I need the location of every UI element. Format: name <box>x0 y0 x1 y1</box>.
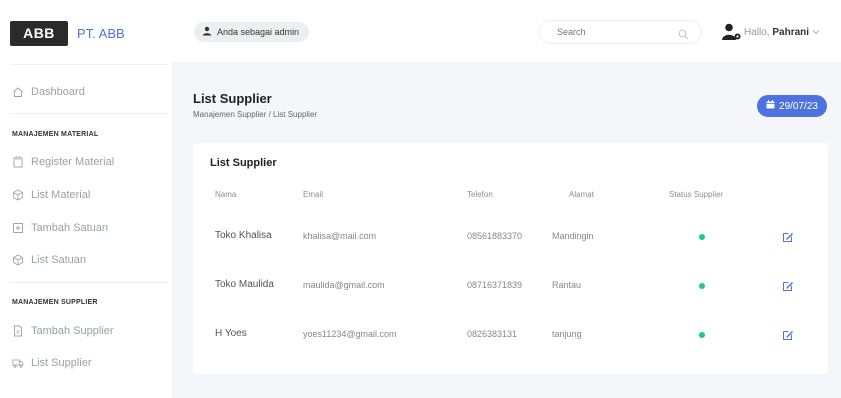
edit-icon[interactable] <box>782 230 794 242</box>
sidebar-item-label: Dashboard <box>31 86 85 98</box>
plus-square-icon <box>12 222 24 234</box>
sidebar-item-list-satuan[interactable]: List Satuan <box>12 254 86 266</box>
date-label: 29/07/23 <box>779 100 818 112</box>
column-header-alamat: Alamat <box>569 190 594 199</box>
divider <box>10 113 170 114</box>
role-badge: Anda sebagai admin <box>194 22 310 42</box>
user-settings-icon[interactable] <box>722 23 742 46</box>
calendar-icon <box>766 100 775 112</box>
user-menu[interactable]: Hallo, Pahrani <box>744 27 820 38</box>
sidebar-item-list-supplier[interactable]: List Supplier <box>12 357 92 369</box>
cell-nama: H Yoes <box>215 328 247 339</box>
divider <box>10 64 170 65</box>
edit-icon[interactable] <box>782 279 794 291</box>
cell-email: yoes11234@gmail.com <box>303 329 397 339</box>
sidebar-item-tambah-supplier[interactable]: Tambah Supplier <box>12 325 114 337</box>
role-badge-label: Anda sebagai admin <box>217 27 300 37</box>
cell-alamat: Mandingin <box>552 231 594 241</box>
cell-telefon: 0826383131 <box>467 329 518 339</box>
column-header-nama: Nama <box>215 190 237 199</box>
card-title: List Supplier <box>210 157 277 169</box>
cube-icon <box>12 189 24 201</box>
cell-email: maulida@gmail.com <box>303 280 385 290</box>
sidebar-item-label: Register Material <box>31 156 115 168</box>
cell-telefon: 08716371839 <box>467 280 523 290</box>
cell-telefon: 08561883370 <box>467 231 523 241</box>
user-icon <box>202 26 212 38</box>
clipboard-icon <box>12 156 24 168</box>
column-header-email: Email <box>303 190 324 199</box>
search-input[interactable] <box>540 21 660 43</box>
document-icon <box>12 325 24 337</box>
cell-alamat: tanjung <box>552 329 582 339</box>
sidebar-item-dashboard[interactable]: Dashboard <box>12 86 85 98</box>
date-badge: 29/07/23 <box>757 95 827 117</box>
status-active-dot <box>699 332 705 338</box>
search-box[interactable] <box>539 20 702 44</box>
sidebar-item-label: List Supplier <box>31 357 92 369</box>
logo: ABB <box>10 20 68 46</box>
sidebar-item-tambah-satuan[interactable]: Tambah Satuan <box>12 222 108 234</box>
cube-icon <box>12 254 24 266</box>
search-icon[interactable] <box>678 27 689 45</box>
sidebar-item-register-material[interactable]: Register Material <box>12 156 114 168</box>
user-name: Pahrani <box>772 27 810 38</box>
column-header-status: Status Supplier <box>669 190 724 199</box>
supplier-card: List Supplier Nama Email Telefon Alamat … <box>193 143 828 374</box>
sidebar-section-material: MANAJEMEN MATERIAL <box>12 131 99 138</box>
cell-nama: Toko Khalisa <box>215 230 272 241</box>
edit-icon[interactable] <box>782 328 794 340</box>
sidebar-item-label: List Material <box>31 189 91 201</box>
status-active-dot <box>699 234 705 240</box>
sidebar-section-supplier: MANAJEMEN SUPPLIER <box>12 299 98 306</box>
truck-icon <box>12 357 24 369</box>
breadcrumb: Manajemen Supplier / List Supplier <box>193 110 318 119</box>
brand-name: PT. ABB <box>77 25 125 41</box>
page-title: List Supplier <box>193 91 272 106</box>
cell-nama: Toko Maulida <box>215 279 274 290</box>
status-active-dot <box>699 283 705 289</box>
column-header-telefon: Telefon <box>467 190 493 199</box>
sidebar-item-label: Tambah Supplier <box>31 325 114 337</box>
cell-alamat: Rantau <box>552 280 582 290</box>
divider <box>10 282 170 283</box>
hello-prefix: Hallo, <box>744 27 770 38</box>
home-icon <box>12 86 24 98</box>
sidebar: ABB PT. ABB Dashboard MANAJEMEN MATERIAL… <box>0 0 172 398</box>
chevron-down-icon <box>812 27 820 38</box>
cell-email: khalisa@mail.com <box>303 231 377 241</box>
brand[interactable]: ABB PT. ABB <box>10 10 172 56</box>
sidebar-item-label: Tambah Satuan <box>31 222 109 234</box>
sidebar-item-list-material[interactable]: List Material <box>12 189 90 201</box>
sidebar-item-label: List Satuan <box>31 254 87 266</box>
topbar: Anda sebagai admin Hallo, Pahrani <box>172 0 841 62</box>
